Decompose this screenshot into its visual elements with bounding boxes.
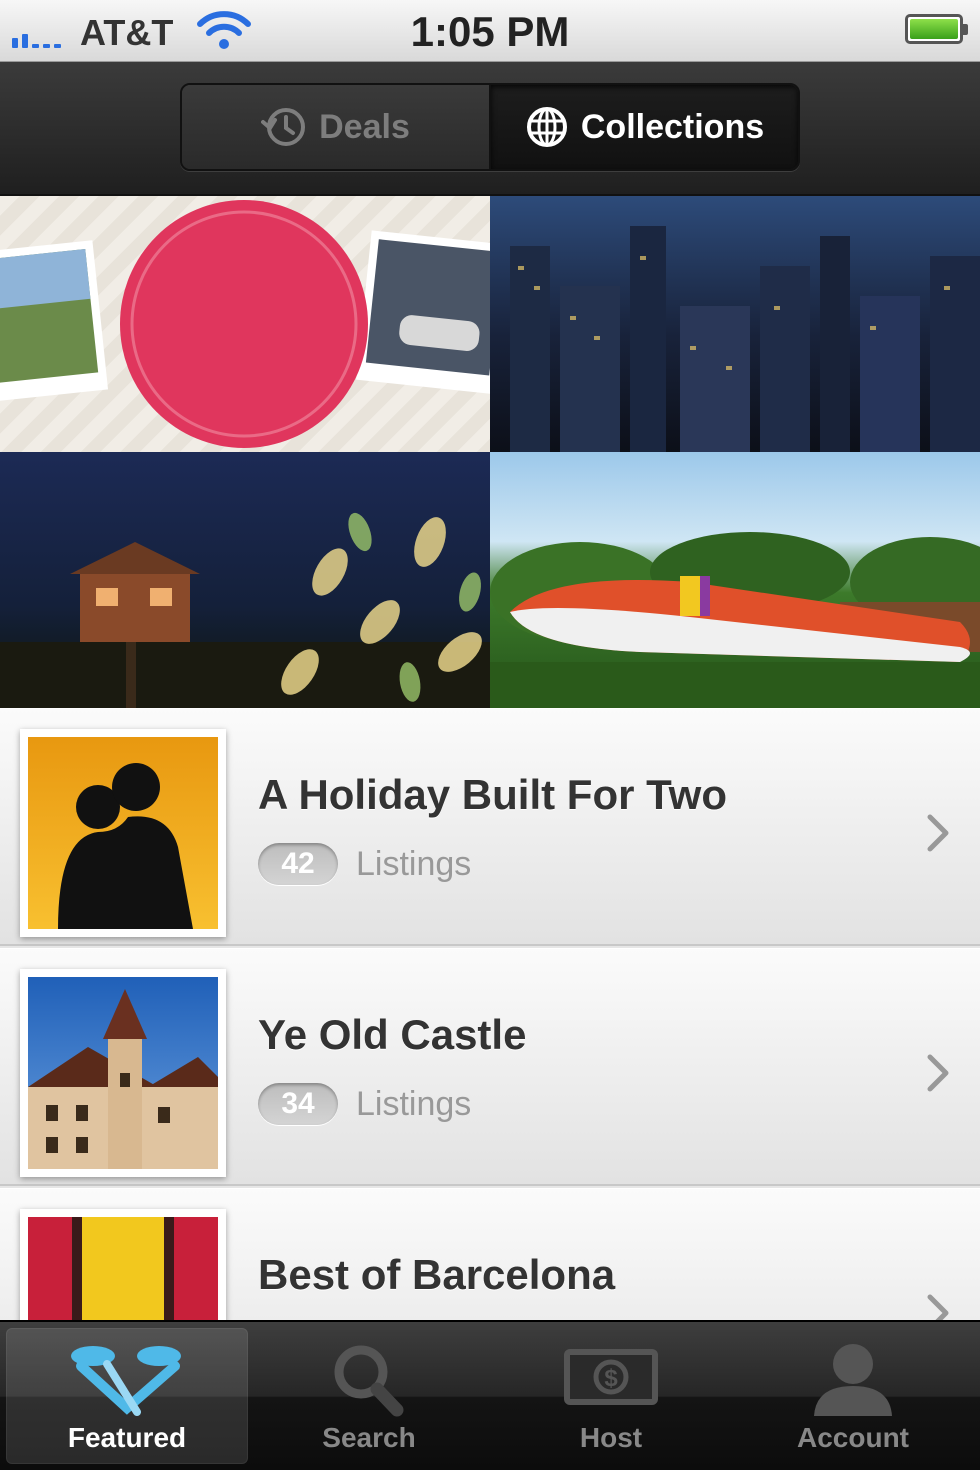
money-bill-icon: $	[564, 1349, 658, 1405]
clock: 1:05 PM	[410, 8, 570, 55]
navigation-bar: Deals Collections	[0, 62, 980, 196]
segment-deals-label: Deals	[319, 107, 410, 146]
tab-bar: Featured Search $ Host Account	[0, 1320, 980, 1470]
collection-listing-count: 34 Listings	[258, 1083, 471, 1125]
new-york-collection-image	[510, 226, 980, 452]
collection-title: Best of Barcelona	[258, 1251, 616, 1298]
tile-unique-new-york[interactable]	[490, 196, 980, 452]
battery-icon	[905, 14, 968, 44]
couple-silhouette-image	[28, 737, 218, 929]
tab-account-label: Account	[797, 1422, 909, 1453]
featured-logo-icon	[71, 1346, 181, 1416]
chevron-right-icon	[927, 1294, 949, 1320]
segment-deals[interactable]: Deals	[182, 85, 491, 169]
history-clock-icon	[261, 108, 306, 146]
tab-featured[interactable]: Featured	[6, 1328, 248, 1464]
airplane-collection-image	[490, 532, 980, 708]
collection-title: Ye Old Castle	[258, 1011, 527, 1058]
search-icon	[334, 1345, 404, 1417]
collection-row[interactable]: A Holiday Built For Two 42 Listings	[0, 708, 980, 946]
collection-list: A Holiday Built For Two 42 Listings Ye O…	[0, 708, 980, 1320]
globe-icon	[526, 107, 567, 147]
tile-planes-trains-automobiles[interactable]	[490, 452, 980, 708]
svg-text:$: $	[604, 1365, 618, 1392]
tab-search[interactable]: Search	[248, 1328, 490, 1464]
segment-collections[interactable]: Collections	[491, 85, 798, 169]
chevron-right-icon	[927, 1054, 949, 1092]
tab-host[interactable]: $ Host	[490, 1328, 732, 1464]
tile-top-40[interactable]	[0, 196, 490, 452]
segment-collections-label: Collections	[580, 107, 765, 146]
listing-count-badge: 34	[258, 1083, 338, 1125]
deals-collections-segmented-control: Deals Collections	[180, 83, 800, 171]
top-40-collection-image	[0, 200, 490, 448]
listings-label: Listings	[356, 1084, 472, 1123]
tab-search-label: Search	[322, 1422, 416, 1453]
collection-thumbnail	[20, 969, 226, 1177]
tab-featured-label: Featured	[67, 1422, 187, 1453]
collection-row[interactable]: Ye Old Castle 34 Listings	[0, 948, 980, 1186]
tile-trees-and-zzzs[interactable]	[0, 452, 490, 708]
featured-collection-grid	[0, 196, 980, 708]
barcelona-flag-image	[28, 1217, 218, 1320]
chevron-right-icon	[927, 814, 949, 852]
castle-image	[28, 977, 218, 1169]
collection-listing-count: 42 Listings	[258, 843, 471, 885]
status-bar: AT&T 1:05 PM	[0, 0, 980, 62]
listings-label: Listings	[356, 844, 472, 883]
collection-title: A Holiday Built For Two	[258, 771, 727, 818]
tab-account[interactable]: Account	[732, 1328, 974, 1464]
collection-thumbnail	[20, 729, 226, 937]
user-silhouette-icon	[814, 1344, 892, 1416]
collection-thumbnail	[20, 1209, 226, 1320]
treehouse-collection-image	[0, 512, 490, 708]
tab-host-label: Host	[579, 1422, 643, 1453]
collection-row[interactable]: Best of Barcelona	[0, 1188, 980, 1320]
listing-count-badge: 42	[258, 843, 338, 885]
